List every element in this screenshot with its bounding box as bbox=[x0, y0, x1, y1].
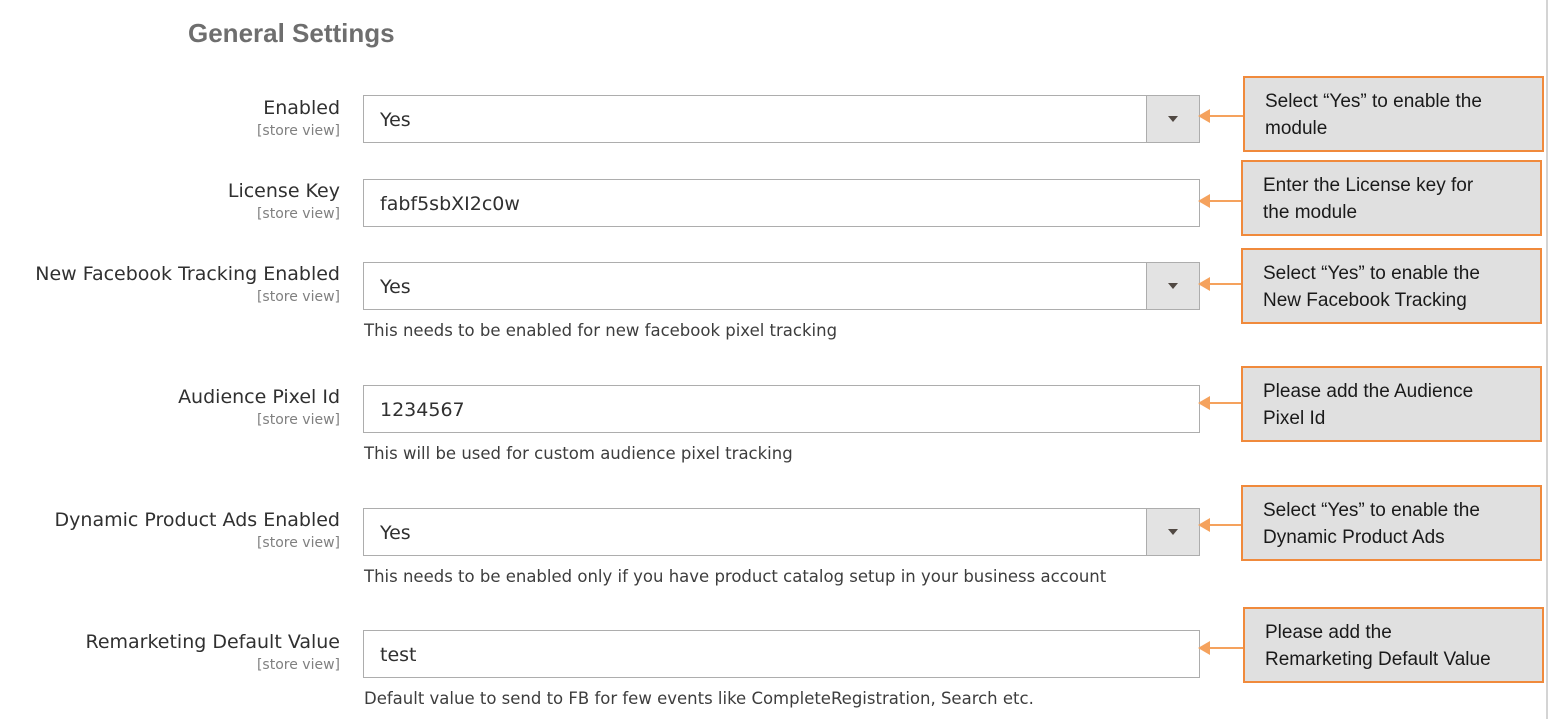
enabled-select[interactable]: Yes bbox=[363, 95, 1200, 143]
callout-new-facebook-tracking: Select “Yes” to enable the New Facebook … bbox=[1241, 248, 1542, 324]
enabled-select-toggle[interactable] bbox=[1146, 96, 1199, 142]
new-facebook-tracking-value: Yes bbox=[380, 276, 411, 298]
callout-enabled-line1: Select “Yes” to enable the bbox=[1265, 91, 1482, 112]
remarketing-default-scope: [store view] bbox=[256, 657, 340, 673]
enabled-scope: [store view] bbox=[256, 123, 340, 139]
callout-audience-pixel-id-line2: Pixel Id bbox=[1263, 408, 1326, 429]
new-facebook-tracking-scope: [store view] bbox=[256, 289, 340, 305]
dynamic-product-ads-select[interactable]: Yes bbox=[363, 508, 1200, 556]
section-title: General Settings bbox=[188, 18, 395, 48]
page-right-border bbox=[1546, 0, 1548, 719]
page: { "section_title": "General Settings", "… bbox=[0, 0, 1550, 719]
dynamic-product-ads-label: Dynamic Product Ads Enabled bbox=[54, 509, 340, 531]
remarketing-default-note: Default value to send to FB for few even… bbox=[364, 689, 1034, 708]
enabled-select-value: Yes bbox=[380, 109, 411, 131]
new-facebook-tracking-select-toggle[interactable] bbox=[1146, 263, 1199, 309]
callout-license-key-line2: the module bbox=[1263, 202, 1358, 223]
dynamic-product-ads-scope: [store view] bbox=[256, 535, 340, 551]
chevron-down-icon bbox=[1168, 116, 1178, 122]
callout-dynamic-product-ads: Select “Yes” to enable the Dynamic Produ… bbox=[1241, 485, 1542, 561]
callout-remarketing-default-line1: Please add the bbox=[1265, 622, 1392, 643]
new-facebook-tracking-note: This needs to be enabled for new faceboo… bbox=[364, 321, 838, 340]
callout-connector bbox=[1206, 402, 1242, 404]
new-facebook-tracking-select[interactable]: Yes bbox=[363, 262, 1200, 310]
callout-connector bbox=[1206, 200, 1242, 202]
callout-connector bbox=[1206, 524, 1242, 526]
callout-enabled: Select “Yes” to enable the module bbox=[1243, 76, 1544, 152]
dynamic-product-ads-value: Yes bbox=[380, 522, 411, 544]
callout-connector bbox=[1206, 115, 1244, 117]
license-key-label: License Key bbox=[227, 180, 340, 202]
callout-dynamic-product-ads-line1: Select “Yes” to enable the bbox=[1263, 500, 1480, 521]
audience-pixel-id-input[interactable]: 1234567 bbox=[363, 385, 1200, 433]
callout-remarketing-default: Please add the Remarketing Default Value bbox=[1243, 607, 1544, 683]
license-key-value: fabf5sbXI2c0w bbox=[380, 193, 520, 215]
chevron-down-icon bbox=[1168, 283, 1178, 289]
license-key-input[interactable]: fabf5sbXI2c0w bbox=[363, 179, 1200, 227]
dynamic-product-ads-note: This needs to be enabled only if you hav… bbox=[364, 567, 1107, 586]
remarketing-default-label: Remarketing Default Value bbox=[85, 631, 340, 653]
audience-pixel-id-scope: [store view] bbox=[256, 412, 340, 428]
audience-pixel-id-note: This will be used for custom audience pi… bbox=[364, 444, 793, 463]
audience-pixel-id-value: 1234567 bbox=[380, 399, 465, 421]
chevron-down-icon bbox=[1168, 529, 1178, 535]
callout-new-facebook-tracking-line1: Select “Yes” to enable the bbox=[1263, 263, 1480, 284]
callout-new-facebook-tracking-line2: New Facebook Tracking bbox=[1263, 290, 1467, 311]
callout-audience-pixel-id-line1: Please add the Audience bbox=[1263, 381, 1474, 402]
callout-connector bbox=[1206, 283, 1242, 285]
callout-enabled-line2: module bbox=[1265, 118, 1328, 139]
remarketing-default-value: test bbox=[380, 644, 417, 666]
remarketing-default-input[interactable]: test bbox=[363, 630, 1200, 678]
callout-audience-pixel-id: Please add the Audience Pixel Id bbox=[1241, 366, 1542, 442]
callout-remarketing-default-line2: Remarketing Default Value bbox=[1265, 649, 1491, 670]
callout-license-key: Enter the License key for the module bbox=[1241, 160, 1542, 236]
callout-dynamic-product-ads-line2: Dynamic Product Ads bbox=[1263, 527, 1445, 548]
license-key-scope: [store view] bbox=[256, 206, 340, 222]
callout-connector bbox=[1206, 647, 1244, 649]
enabled-label: Enabled bbox=[263, 97, 340, 119]
audience-pixel-id-label: Audience Pixel Id bbox=[178, 386, 340, 408]
callout-license-key-line1: Enter the License key for bbox=[1263, 175, 1474, 196]
new-facebook-tracking-label: New Facebook Tracking Enabled bbox=[35, 263, 340, 285]
dynamic-product-ads-select-toggle[interactable] bbox=[1146, 509, 1199, 555]
